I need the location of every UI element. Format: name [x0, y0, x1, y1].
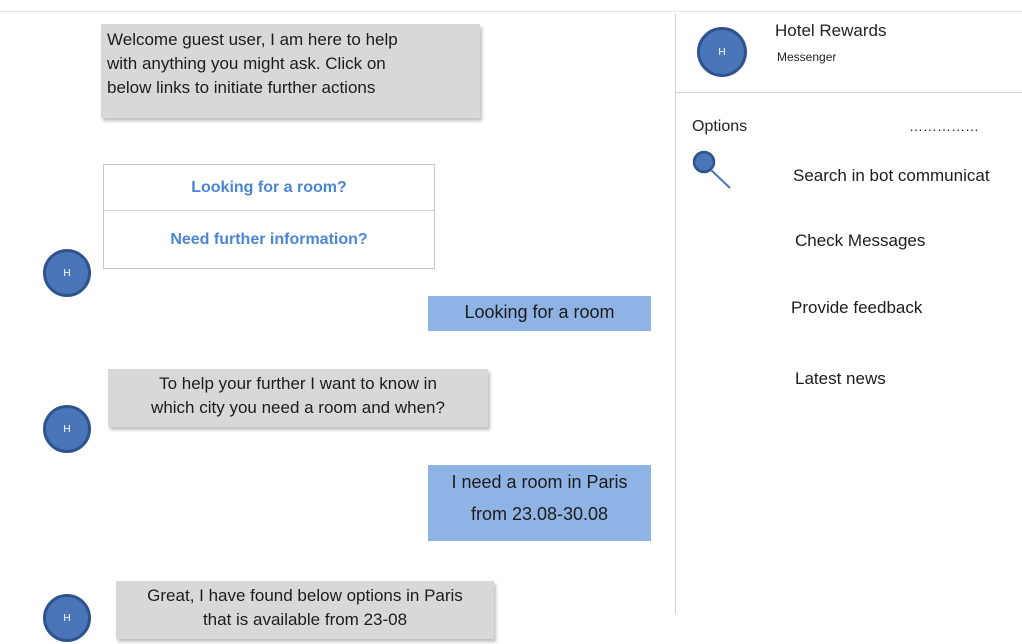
header-divider [676, 92, 1022, 93]
search-icon[interactable] [692, 150, 732, 190]
options-label: Options [692, 118, 748, 135]
user-message-looking-for-room: Looking for a room [428, 296, 651, 331]
avatar-letter: H [63, 267, 71, 279]
header-title: Hotel Rewards [775, 21, 887, 40]
user-message-line: from 23.08-30.08 [470, 504, 609, 524]
avatar-letter: H [63, 612, 71, 624]
quick-links-card: Looking for a room? Need further informa… [103, 164, 435, 269]
bot-message-line: with anything you might ask. Click on [107, 54, 386, 73]
bot-avatar: H [43, 249, 91, 297]
bot-message-line: Great, I have found below options in Par… [147, 586, 463, 605]
bot-message-result: Great, I have found below options in Par… [116, 581, 494, 639]
bot-avatar: H [43, 594, 91, 642]
user-message-text: Looking for a room [464, 302, 615, 322]
bot-avatar: H [43, 405, 91, 453]
bot-message-line: which city you need a room and when? [151, 398, 445, 417]
quick-link-looking-for-room[interactable]: Looking for a room? [104, 165, 434, 210]
bot-message-line: below links to initiate further actions [107, 78, 376, 97]
option-provide-feedback[interactable]: Provide feedback [791, 298, 922, 318]
avatar-letter: H [718, 46, 726, 58]
options-dots: …………… [909, 118, 979, 134]
bot-message-question: To help your further I want to know in w… [108, 369, 488, 427]
header-subtitle: Messenger [777, 50, 837, 64]
top-border [0, 11, 1022, 12]
panel-divider [675, 14, 676, 614]
bot-message-welcome: Welcome guest user, I am here to help wi… [101, 24, 480, 118]
user-message-line: I need a room in Paris [451, 472, 628, 492]
option-check-messages[interactable]: Check Messages [795, 231, 925, 251]
avatar-letter: H [63, 423, 71, 435]
option-latest-news[interactable]: Latest news [795, 369, 886, 389]
bot-message-line: To help your further I want to know in [159, 374, 437, 393]
bot-message-line: that is available from 23-08 [202, 610, 408, 629]
quick-link-need-information[interactable]: Need further information? [104, 211, 434, 269]
bot-message-line: Welcome guest user, I am here to help [107, 30, 398, 49]
user-message-paris-dates: I need a room in Paris from 23.08-30.08 [428, 465, 651, 541]
header-avatar: H [697, 27, 747, 77]
option-search-bot[interactable]: Search in bot communicat [793, 166, 990, 186]
